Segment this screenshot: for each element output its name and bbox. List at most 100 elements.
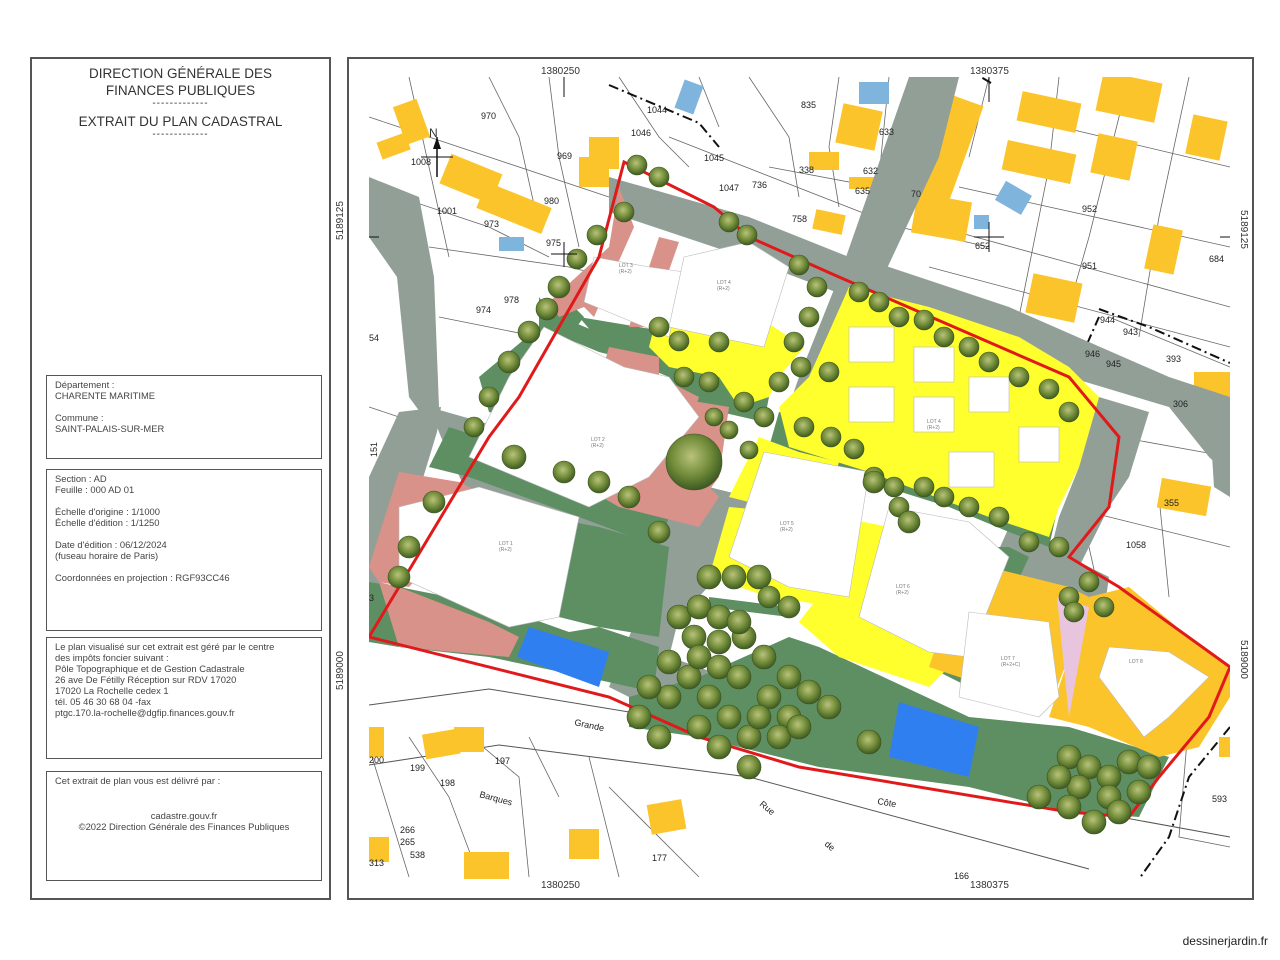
tree-icon	[793, 416, 815, 438]
tree-icon	[665, 433, 723, 491]
tree-icon	[988, 506, 1010, 528]
location-box: Département : CHARENTE MARITIME Commune …	[46, 375, 322, 459]
parcel-635: 635	[855, 186, 870, 196]
parcel-633: 633	[879, 127, 894, 137]
tree-icon	[686, 714, 712, 740]
tree-icon	[716, 704, 742, 730]
tree-icon	[552, 460, 576, 484]
centre-l1: Le plan visualisé sur cet extrait est gé…	[55, 641, 275, 652]
lot3-sub: (R+2)	[619, 269, 632, 275]
centre-l3: Pôle Topographique et de Gestion Cadastr…	[55, 663, 245, 674]
centre-l4: 26 ave De Fétilly Réception sur RDV 1702…	[55, 674, 237, 685]
tree-icon	[613, 201, 635, 223]
tree-icon	[978, 351, 1000, 373]
tree-icon	[1046, 764, 1072, 790]
parcel-975: 975	[546, 238, 561, 248]
parcel-338: 338	[799, 165, 814, 175]
parcel-198: 198	[440, 778, 455, 788]
centre-l2: des impôts foncier suivant :	[55, 652, 169, 663]
info-panel: DIRECTION GÉNÉRALE DES FINANCES PUBLIQUE…	[30, 57, 331, 900]
tree-icon	[1018, 531, 1040, 553]
parcel-54: 54	[369, 333, 379, 343]
tree-icon	[617, 485, 641, 509]
tree-icon	[726, 664, 752, 690]
parcel-3: 3	[369, 593, 374, 603]
echelle-origine: Échelle d'origine : 1/1000	[55, 506, 160, 517]
site-credit: dessinerjardin.fr	[1182, 934, 1268, 948]
tree-icon	[566, 248, 588, 270]
tree-icon	[517, 320, 541, 344]
tree-icon	[816, 694, 842, 720]
header-sep2: -------------	[152, 129, 209, 140]
tree-icon	[626, 154, 648, 176]
tree-icon	[626, 704, 652, 730]
parcel-266: 266	[400, 825, 415, 835]
parcel-758: 758	[792, 214, 807, 224]
tree-icon	[933, 326, 955, 348]
tree-icon	[746, 564, 772, 590]
tree-icon	[1026, 784, 1052, 810]
tree-icon	[648, 166, 670, 188]
lot6-sub: (R+2)	[896, 590, 909, 596]
tree-icon	[463, 416, 485, 438]
lot4b-sub: (R+2)	[927, 425, 940, 431]
tree-icon	[888, 306, 910, 328]
tree-icon	[1136, 754, 1162, 780]
dept-label: Département :	[55, 379, 115, 390]
tree-icon	[656, 649, 682, 675]
parcel-652: 652	[975, 241, 990, 251]
tree-icon	[958, 336, 980, 358]
centre-l6: tél. 05 46 30 68 04 -fax	[55, 696, 151, 707]
tree-icon	[848, 281, 870, 303]
tree-icon	[1081, 809, 1107, 835]
tree-icon	[696, 684, 722, 710]
coord-right-top: 5189125	[1238, 210, 1249, 249]
date-edition: Date d'édition : 06/12/2024	[55, 539, 167, 550]
tree-icon	[757, 585, 781, 609]
feuille-text: Feuille : 000 AD 01	[55, 484, 135, 495]
tree-icon	[746, 704, 772, 730]
tree-icon	[719, 420, 739, 440]
tree-icon	[777, 595, 801, 619]
parcel-835: 835	[801, 100, 816, 110]
parcel-166: 166	[954, 871, 969, 879]
parcel-355: 355	[1164, 498, 1179, 508]
coord-top-right: 1380375	[970, 66, 1009, 77]
tree-icon	[1106, 799, 1132, 825]
tree-icon	[726, 609, 752, 635]
tree-icon	[806, 276, 828, 298]
tree-icon	[1038, 378, 1060, 400]
tree-icon	[1063, 601, 1085, 623]
coord-left-bottom: 5189000	[335, 651, 346, 690]
parcel-313: 313	[369, 858, 384, 868]
delivre-l2: cadastre.gouv.fr	[150, 810, 218, 821]
parcel-1001: 1001	[437, 206, 457, 216]
lot1-sub: (R+2)	[499, 547, 512, 553]
tree-icon	[753, 406, 775, 428]
centre-box: Le plan visualisé sur cet extrait est gé…	[46, 637, 322, 759]
tree-icon	[387, 565, 411, 589]
tree-icon	[883, 476, 905, 498]
parcel-952: 952	[1082, 204, 1097, 214]
tree-icon	[798, 306, 820, 328]
lot8-label: LOT 8	[1129, 659, 1143, 665]
parcel-684: 684	[1209, 254, 1224, 264]
tree-icon	[587, 470, 611, 494]
lot4a-sub: (R+2)	[717, 286, 730, 292]
centre-l5: 17020 La Rochelle cedex 1	[55, 685, 169, 696]
tree-icon	[733, 391, 755, 413]
delivre-l3: ©2022 Direction Générale des Finances Pu…	[78, 821, 290, 832]
tree-icon	[648, 316, 670, 338]
parcel-945: 945	[1106, 359, 1121, 369]
commune-label: Commune :	[55, 412, 104, 423]
tree-icon	[397, 535, 421, 559]
tree-icon	[768, 371, 790, 393]
tree-icon	[586, 224, 608, 246]
tree-icon	[788, 254, 810, 276]
tree-icon	[1078, 571, 1100, 593]
tree-icon	[706, 734, 732, 760]
coordonnees: Coordonnées en projection : RGF93CC46	[55, 572, 230, 583]
tree-icon	[1126, 779, 1152, 805]
coord-bottom-left: 1380250	[541, 880, 580, 891]
parcel-943: 943	[1123, 327, 1138, 337]
